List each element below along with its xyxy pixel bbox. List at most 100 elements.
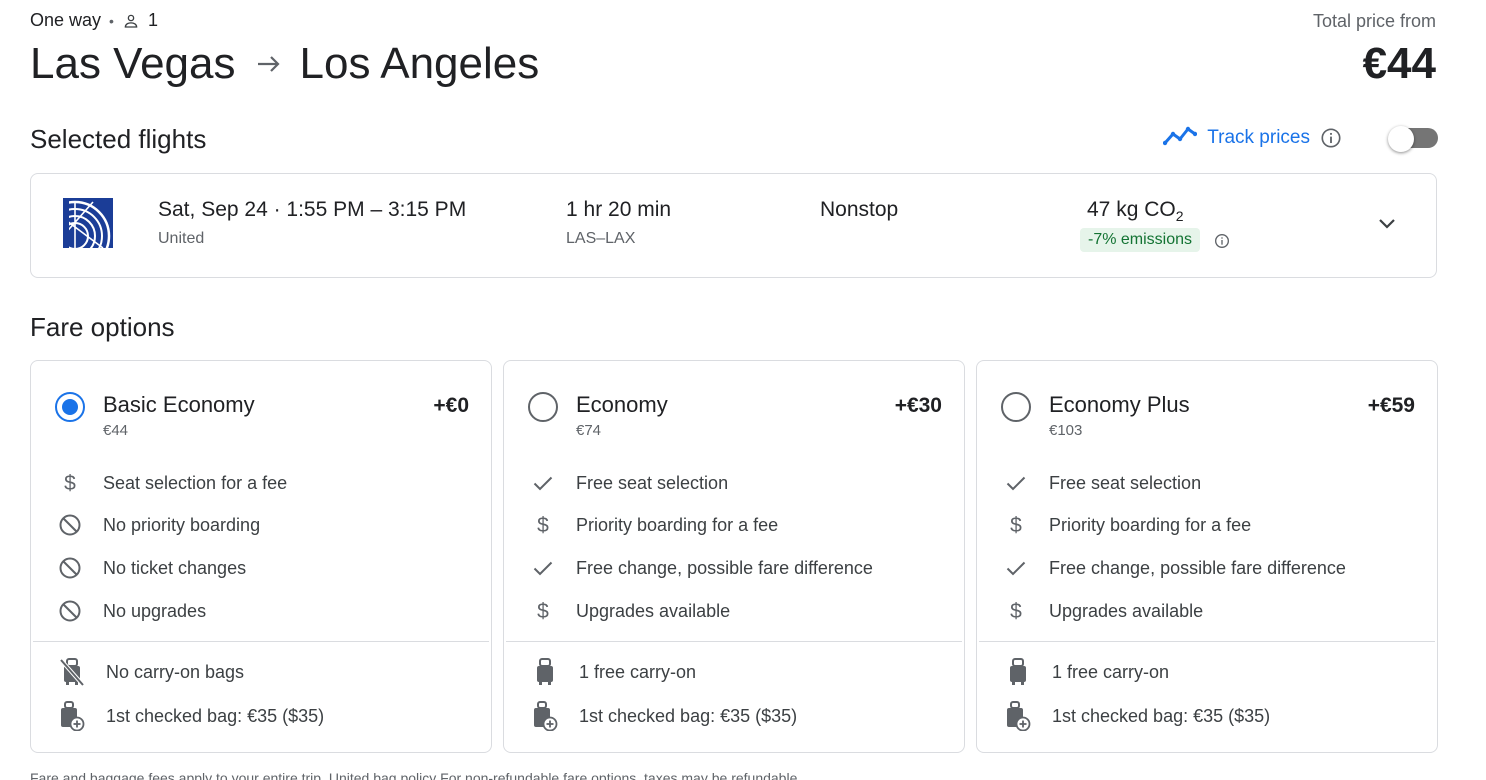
fare-feature-label: Free seat selection [576,472,729,493]
fare-options-title: Fare options [30,312,175,342]
destination-city: Los Angeles [299,39,540,88]
track-prices[interactable]: Track prices [1163,124,1342,152]
flight-duration: 1 hr 20 min [566,198,672,221]
fare-price: €44 [103,422,129,439]
fare-feature-label: Priority boarding for a fee [1049,514,1252,535]
fare-feature-label: Free change, possible fare difference [576,557,873,578]
fare-feature: $ Seat selection for a fee [31,468,491,498]
carry-on-icon [1005,657,1031,687]
fare-name: Basic Economy [103,392,255,417]
fare-feature-label: Upgrades available [1049,600,1204,621]
carry-on-icon [532,657,558,687]
divider [33,641,489,642]
fare-feature-label: Seat selection for a fee [103,472,288,493]
check-icon [530,470,556,496]
flight-date-time: Sat, Sep 24 · 1:55 PM – 3:15 PM [158,198,466,222]
flight-route: LAS–LAX [566,230,636,247]
origin-city: Las Vegas [30,39,236,88]
toggle-knob [1388,126,1414,152]
fare-radio-button[interactable] [55,392,85,422]
co2-value: 47 kg CO [1087,198,1176,221]
airline-name: United [158,230,205,247]
baggage-label: 1st checked bag: €35 ($35) [579,705,798,726]
baggage-label: 1 free carry-on [1052,661,1170,682]
fare-feature-label: No priority boarding [103,514,261,535]
co2-amount: 47 kg CO2 [1087,198,1184,224]
dollar-icon: $ [530,598,556,624]
svg-text:$: $ [64,472,76,495]
dollar-icon: $ [57,470,83,496]
separator-dot: · [273,198,287,221]
fare-feature: $ Priority boarding for a fee [504,510,964,540]
fare-price-delta: +€59 [1367,394,1415,417]
fare-name: Economy [576,392,668,417]
selected-flights-title: Selected flights [30,124,207,154]
svg-text:$: $ [1010,600,1022,623]
emissions-badge: -7% emissions [1080,228,1201,252]
fare-feature: No ticket changes [31,553,491,583]
fare-feature: Free change, possible fare difference [977,553,1437,583]
fare-feature-label: Priority boarding for a fee [576,514,779,535]
chevron-down-icon[interactable] [1375,212,1399,241]
baggage-item: 1st checked bag: €35 ($35) [31,701,491,731]
baggage-item: 1st checked bag: €35 ($35) [504,701,964,731]
divider [506,641,962,642]
fare-card[interactable]: Basic Economy €44 +€0 $ Seat selection for a… [30,360,492,753]
fare-price: €74 [576,422,602,439]
trip-summary: One way • 1 [30,10,158,31]
svg-text:$: $ [1010,514,1022,537]
person-icon [122,12,140,30]
passenger-count: 1 [147,10,158,30]
fare-footnote: Fare and baggage fees apply to your enti… [30,770,802,780]
fare-radio-button[interactable] [528,392,558,422]
fare-feature-label: Free change, possible fare difference [1049,557,1346,578]
emissions-info-icon[interactable] [1214,233,1230,254]
svg-text:$: $ [537,514,549,537]
flight-times: 1:55 PM – 3:15 PM [286,198,467,221]
trend-icon [1163,124,1198,152]
blocked-icon [57,598,83,624]
baggage-item: 1 free carry-on [977,657,1437,687]
baggage-item: 1st checked bag: €35 ($35) [977,701,1437,731]
total-price: €44 [1362,39,1436,88]
united-logo [39,198,113,272]
fare-feature-label: No upgrades [103,600,207,621]
svg-text:$: $ [537,600,549,623]
fare-price-delta: +€0 [433,394,469,417]
dollar-icon: $ [1003,512,1029,538]
fare-price-delta: +€30 [894,394,942,417]
track-prices-label[interactable]: Track prices [1207,127,1310,149]
check-icon [1003,470,1029,496]
checked-bag-icon [532,701,558,731]
selected-flight-card[interactable]: Sat, Sep 24 · 1:55 PM – 3:15 PM United 1… [30,173,1437,278]
baggage-label: 1st checked bag: €35 ($35) [1052,705,1271,726]
blocked-icon [57,512,83,538]
fare-feature: No priority boarding [31,510,491,540]
fare-radio-button[interactable] [1001,392,1031,422]
info-icon[interactable] [1320,127,1342,149]
fare-feature: Free seat selection [977,468,1437,498]
fare-feature: $ Upgrades available [504,596,964,626]
dollar-icon: $ [1003,598,1029,624]
fare-feature: $ Upgrades available [977,596,1437,626]
trip-type-label: One way [30,10,102,30]
fare-feature-label: Upgrades available [576,600,731,621]
fare-feature-label: No ticket changes [103,557,247,578]
dollar-icon: $ [530,512,556,538]
separator-dot: • [109,12,114,29]
arrow-right-icon [256,54,282,74]
baggage-item: No carry-on bags [31,657,491,687]
co2-subscript: 2 [1175,208,1184,225]
fare-feature: Free seat selection [504,468,964,498]
track-prices-toggle[interactable] [1388,126,1438,152]
baggage-label: 1 free carry-on [579,661,697,682]
fare-card[interactable]: Economy €74 +€30 Free seat selection $ Priori… [503,360,965,753]
fare-feature: $ Priority boarding for a fee [977,510,1437,540]
fare-card[interactable]: Economy Plus €103 +€59 Free seat selection $… [976,360,1438,753]
total-price-label: Total price from [1312,11,1436,31]
baggage-item: 1 free carry-on [504,657,964,687]
check-icon [530,555,556,581]
blocked-icon [57,555,83,581]
flight-stops: Nonstop [820,198,899,221]
baggage-label: No carry-on bags [106,661,245,682]
